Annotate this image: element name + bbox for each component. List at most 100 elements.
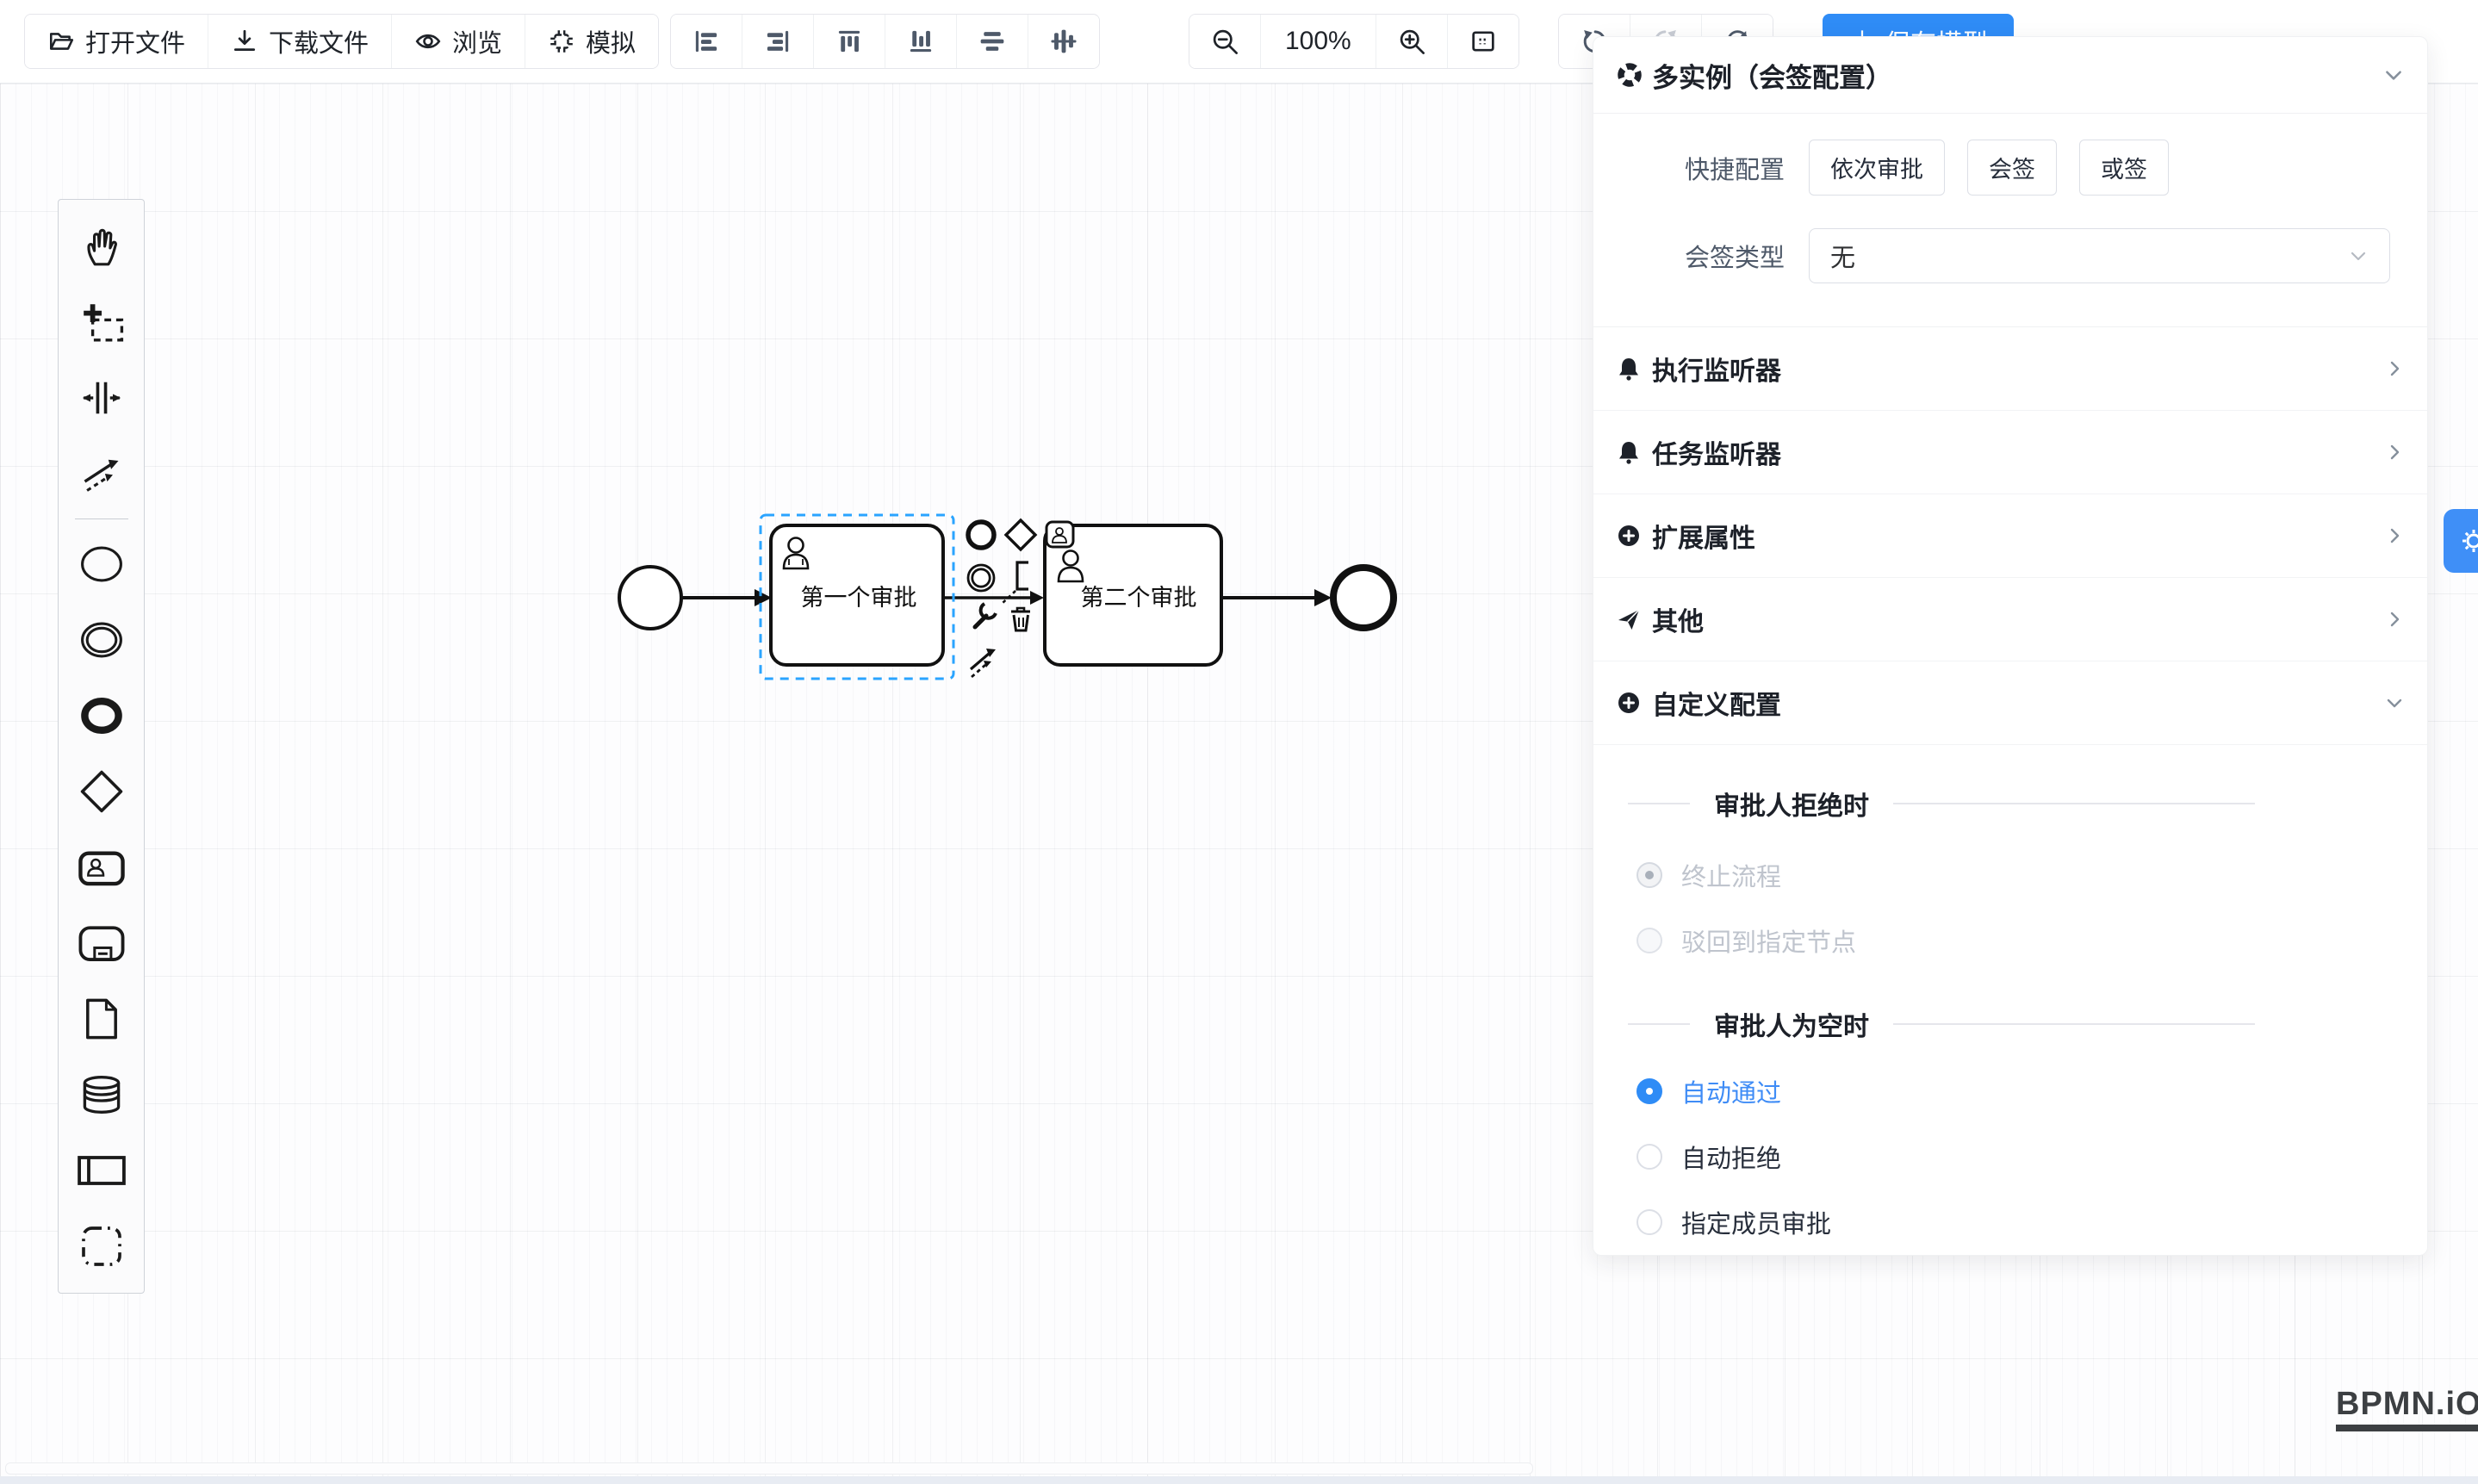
section-extension-properties[interactable]: 扩展属性 [1593, 494, 2427, 578]
append-end-event-icon[interactable] [968, 522, 994, 548]
empty-group-header: 审批人为空时 [1593, 1007, 2427, 1041]
align-left-button[interactable] [671, 15, 742, 68]
end-event-node[interactable] [1333, 568, 1394, 628]
countersign-button[interactable]: 会签 [1967, 140, 2057, 196]
process-diagram: 第一个审批 第二个审批 [603, 482, 1447, 741]
trash-icon[interactable] [1011, 608, 1030, 630]
align-bottom-button[interactable] [885, 15, 956, 68]
radio-icon [1636, 1078, 1662, 1104]
simulate-button[interactable]: 模拟 [525, 15, 658, 68]
or-sign-button[interactable]: 或签 [2079, 140, 2169, 196]
create-end-event[interactable] [59, 678, 144, 754]
chevron-right-icon [2384, 442, 2405, 463]
align-top-button[interactable] [813, 15, 885, 68]
align-right-button[interactable] [742, 15, 813, 68]
append-gateway-icon[interactable] [1006, 520, 1035, 550]
zoom-level: 100% [1260, 15, 1376, 68]
section-label: 扩展属性 [1652, 517, 2384, 555]
sequence-flow[interactable] [682, 589, 772, 606]
chevron-right-icon [2384, 358, 2405, 379]
section-execution-listener[interactable]: 执行监听器 [1593, 327, 2427, 411]
settings-tab[interactable] [2444, 509, 2478, 573]
create-data-store[interactable] [59, 1057, 144, 1133]
quick-config-row: 快捷配置 依次审批 会签 或签 [1593, 140, 2427, 196]
sign-type-row: 会签类型 无 [1593, 228, 2427, 283]
create-start-event[interactable] [59, 526, 144, 602]
start-event-node[interactable] [619, 567, 681, 629]
align-center-horizontal-icon [978, 27, 1007, 56]
zoom-out-icon [1210, 27, 1239, 56]
radio-assign-member[interactable]: 指定成员审批 [1593, 1189, 2427, 1255]
download-file-label: 下载文件 [269, 23, 369, 59]
section-label: 执行监听器 [1652, 350, 2384, 388]
radio-return-to-node[interactable]: 驳回到指定节点 [1593, 908, 2427, 973]
zoom-out-button[interactable] [1189, 15, 1260, 68]
section-label: 其他 [1652, 600, 2384, 638]
panel-title: 多实例（会签配置） [1652, 56, 2382, 95]
connect-icon[interactable] [971, 649, 996, 677]
quick-config-label: 快捷配置 [1616, 150, 1785, 186]
create-intermediate-event[interactable] [59, 602, 144, 678]
sign-type-value: 无 [1830, 238, 2348, 274]
radio-icon [1636, 862, 1662, 888]
bpmn-io-logo[interactable]: BPMN.iO [2336, 1386, 2478, 1431]
sign-type-select[interactable]: 无 [1809, 228, 2390, 283]
open-file-button[interactable]: 打开文件 [25, 15, 208, 68]
user-task-node-1[interactable]: 第一个审批 [771, 525, 943, 665]
align-button-group [670, 14, 1100, 69]
sequential-approval-button[interactable]: 依次审批 [1809, 140, 1945, 196]
preview-label: 浏览 [452, 23, 502, 59]
radio-auto-reject[interactable]: 自动拒绝 [1593, 1124, 2427, 1189]
hand-tool[interactable] [59, 208, 144, 284]
radio-label: 自动通过 [1681, 1073, 1781, 1109]
align-center-vertical-button[interactable] [1028, 15, 1099, 68]
wrench-icon[interactable] [975, 604, 996, 627]
space-tool[interactable] [59, 360, 144, 436]
divider-line [1628, 1023, 1690, 1025]
lasso-tool[interactable] [59, 284, 144, 360]
create-user-task[interactable] [59, 829, 144, 905]
preview-button[interactable]: 浏览 [391, 15, 525, 68]
bottom-strip [0, 1476, 2478, 1484]
radio-icon [1636, 1209, 1662, 1235]
append-intermediate-event-icon[interactable] [968, 565, 994, 591]
create-subprocess[interactable] [59, 905, 144, 981]
bpmn-editor: 打开文件 下载文件 浏览 模拟 [0, 0, 2478, 1484]
reject-group-title: 审批人拒绝时 [1714, 785, 1869, 823]
empty-group-title: 审批人为空时 [1714, 1005, 1869, 1043]
section-other[interactable]: 其他 [1593, 578, 2427, 661]
sequence-flow[interactable] [943, 591, 1044, 605]
bell-icon [1616, 356, 1642, 382]
palette-divider [75, 518, 128, 519]
fit-viewport-button[interactable] [1447, 15, 1518, 68]
radio-label: 驳回到指定节点 [1681, 922, 1856, 959]
fit-viewport-icon [1469, 27, 1498, 56]
zoom-in-button[interactable] [1376, 15, 1447, 68]
create-gateway[interactable] [59, 754, 144, 829]
radio-label: 指定成员审批 [1681, 1204, 1831, 1240]
align-left-icon [692, 27, 721, 56]
divider-line [1893, 803, 2255, 804]
align-center-horizontal-button[interactable] [956, 15, 1028, 68]
create-data-object[interactable] [59, 981, 144, 1057]
sign-type-label: 会签类型 [1616, 238, 1785, 274]
gear-icon [2459, 526, 2478, 556]
section-custom-config[interactable]: 自定义配置 [1593, 661, 2427, 745]
download-file-button[interactable]: 下载文件 [208, 15, 391, 68]
create-group[interactable] [59, 1208, 144, 1284]
sequence-flow[interactable] [1221, 589, 1332, 606]
panel-header[interactable]: 多实例（会签配置） [1593, 37, 2427, 114]
chevron-right-icon [2384, 525, 2405, 546]
global-connect-tool[interactable] [59, 436, 144, 512]
section-task-listener[interactable]: 任务监听器 [1593, 411, 2427, 494]
create-participant[interactable] [59, 1133, 144, 1208]
plus-circle-icon [1616, 690, 1642, 716]
radio-auto-pass[interactable]: 自动通过 [1593, 1059, 2427, 1124]
send-icon [1616, 606, 1642, 632]
chevron-down-icon[interactable] [2382, 64, 2405, 86]
radio-label: 终止流程 [1681, 857, 1781, 893]
horizontal-scrollbar[interactable] [5, 1462, 1533, 1475]
append-user-task-icon[interactable] [1046, 522, 1073, 547]
quick-config-buttons: 依次审批 会签 或签 [1809, 140, 2169, 196]
radio-terminate-process[interactable]: 终止流程 [1593, 842, 2427, 908]
